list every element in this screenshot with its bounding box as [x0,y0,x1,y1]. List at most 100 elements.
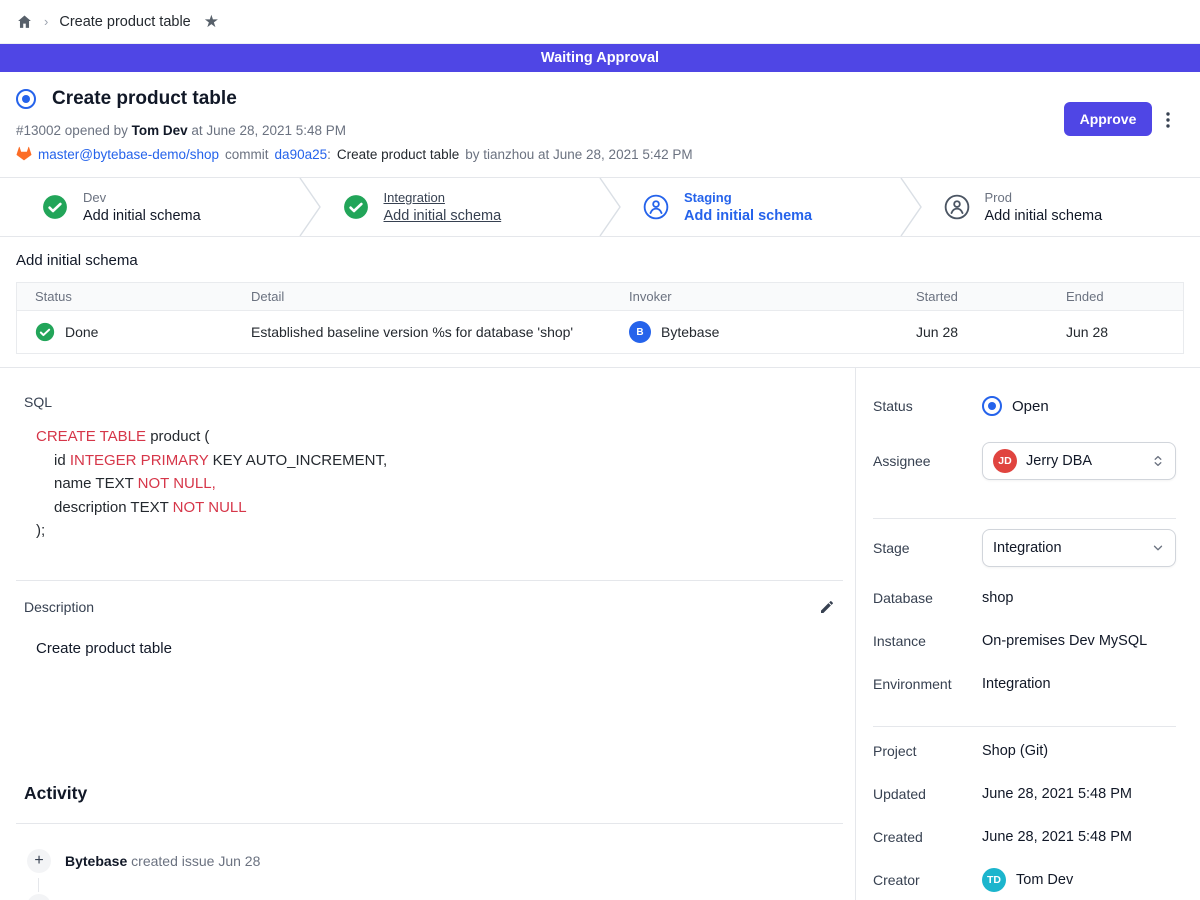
issue-main-panel: SQL CREATE TABLE product (id INTEGER PRI… [0,368,856,900]
updown-chevron-icon [1151,453,1165,469]
col-invoker: Invoker [611,289,898,304]
project-label: Project [873,743,982,759]
creator-label: Creator [873,872,982,888]
status-label: Status [873,398,982,414]
approve-button[interactable]: Approve [1064,102,1152,136]
environment-row: Environment Integration [873,676,1176,692]
assignee-select[interactable]: JD Jerry DBA [982,442,1176,480]
stage-task-name: Add initial schema [684,208,812,224]
invoker-avatar: B [629,321,651,343]
description-text: Create product table [36,640,855,657]
stage-task-name: Add initial schema [985,208,1103,224]
task-row[interactable]: Done Established baseline version %s for… [17,311,1183,353]
issue-meta: #13002 opened by Tom Dev at June 28, 202… [16,123,1184,138]
database-row: Database shop [873,590,1176,606]
home-icon[interactable] [16,13,33,30]
created-row: Created June 28, 2021 5:48 PM [873,829,1176,845]
creator-avatar: TD [982,868,1006,892]
divider [873,726,1176,727]
task-started: Jun 28 [916,324,958,340]
stage-select[interactable]: Integration [982,529,1176,567]
breadcrumb-title[interactable]: Create product table [59,14,190,30]
instance-value: On-premises Dev MySQL [982,633,1147,649]
project-row: Project Shop (Git) [873,743,1176,759]
pipeline-stage-dev[interactable]: DevAdd initial schema [0,178,299,236]
updated-value: June 28, 2021 5:48 PM [982,786,1132,802]
instance-row: Instance On-premises Dev MySQL [873,633,1176,649]
updated-label: Updated [873,786,982,802]
creator-value: Tom Dev [1016,872,1073,888]
pipeline: DevAdd initial schemaIntegrationAdd init… [0,178,1200,237]
commit-message: Create product table [337,147,459,162]
issue-id-text: #13002 opened by [16,123,128,138]
breadcrumb-separator-icon: › [44,14,48,29]
commit-author-time: by tianzhou at June 28, 2021 5:42 PM [465,147,692,162]
pipeline-stage-integration[interactable]: Integration Add initial schema [321,178,600,236]
issue-open-time: at June 28, 2021 5:48 PM [191,123,346,138]
updated-row: Updated June 28, 2021 5:48 PM [873,786,1176,802]
project-value: Shop (Git) [982,743,1048,759]
breadcrumb: › Create product table ★ [0,0,1200,44]
task-table-header: Status Detail Invoker Started Ended [17,283,1183,311]
stage-pending-person-icon [944,194,970,220]
task-status: Done [65,324,98,340]
task-detail: Established baseline version %s for data… [251,324,573,340]
status-row: Status Open [873,396,1176,416]
divider [16,823,843,824]
sql-label: SQL [24,394,855,410]
database-value: shop [982,590,1013,606]
banner-text: Waiting Approval [541,50,659,66]
stage-pending-person-icon [643,194,669,220]
created-label: Created [873,829,982,845]
database-label: Database [873,590,982,606]
task-invoker: Bytebase [661,324,719,340]
next-activity-marker [27,894,51,900]
stage-env-label: Staging [684,190,812,205]
sql-code: CREATE TABLE product (id INTEGER PRIMARY… [36,425,855,543]
activity-actor: Bytebase [65,853,127,869]
stage-done-check-icon [42,194,68,220]
divider [873,518,1176,519]
commit-label: commit [225,147,269,162]
assignee-avatar: JD [993,449,1017,473]
stage-env-label: Dev [83,190,201,205]
divider [16,580,843,581]
task-table: Status Detail Invoker Started Ended Done… [16,282,1184,354]
pipeline-stage-prod[interactable]: Prod Add initial schema [922,178,1200,236]
issue-open-status-icon [16,89,36,109]
edit-description-pencil-icon[interactable] [817,597,837,617]
stage-task-name: Add initial schema [384,208,502,224]
issue-author: Tom Dev [132,123,188,138]
sql-line: description TEXT NOT NULL [36,496,855,520]
sql-line: name TEXT NOT NULL, [36,472,855,496]
assignee-value: Jerry DBA [1026,453,1142,469]
stage-value: Integration [993,540,1142,556]
pipeline-stage-staging[interactable]: Staging Add initial schema [621,178,900,236]
col-started: Started [898,289,1048,304]
description-label: Description [24,599,94,615]
kebab-menu-icon[interactable] [1158,109,1178,131]
environment-value: Integration [982,676,1051,692]
stage-done-check-icon [343,194,369,220]
activity-item: + Bytebase created issue Jun 28 [27,849,855,873]
stage-env-label: Prod [985,190,1103,205]
col-ended: Ended [1048,289,1183,304]
timeline-connector [38,878,39,892]
done-check-icon [35,322,55,342]
instance-label: Instance [873,633,982,649]
stage-row: Stage Integration [873,529,1176,567]
vcs-commit-line: master@bytebase-demo/shop commit da90a25… [16,146,1184,162]
waiting-approval-banner: Waiting Approval [0,44,1200,72]
vcs-branch-link[interactable]: master@bytebase-demo/shop [38,147,219,162]
sql-line: CREATE TABLE product ( [36,425,855,449]
task-section: Add initial schema Status Detail Invoker… [0,237,1200,368]
commit-hash-link[interactable]: da90a25 [275,147,328,162]
stage-env-label: Integration [384,190,502,205]
stage-separator-chevron [599,178,621,236]
stage-separator-chevron [299,178,321,236]
assignee-row: Assignee JD Jerry DBA [873,442,1176,480]
creator-row: Creator TD Tom Dev [873,868,1176,892]
sql-line: ); [36,519,855,543]
task-section-title: Add initial schema [16,252,1184,269]
star-icon[interactable]: ★ [204,12,219,32]
